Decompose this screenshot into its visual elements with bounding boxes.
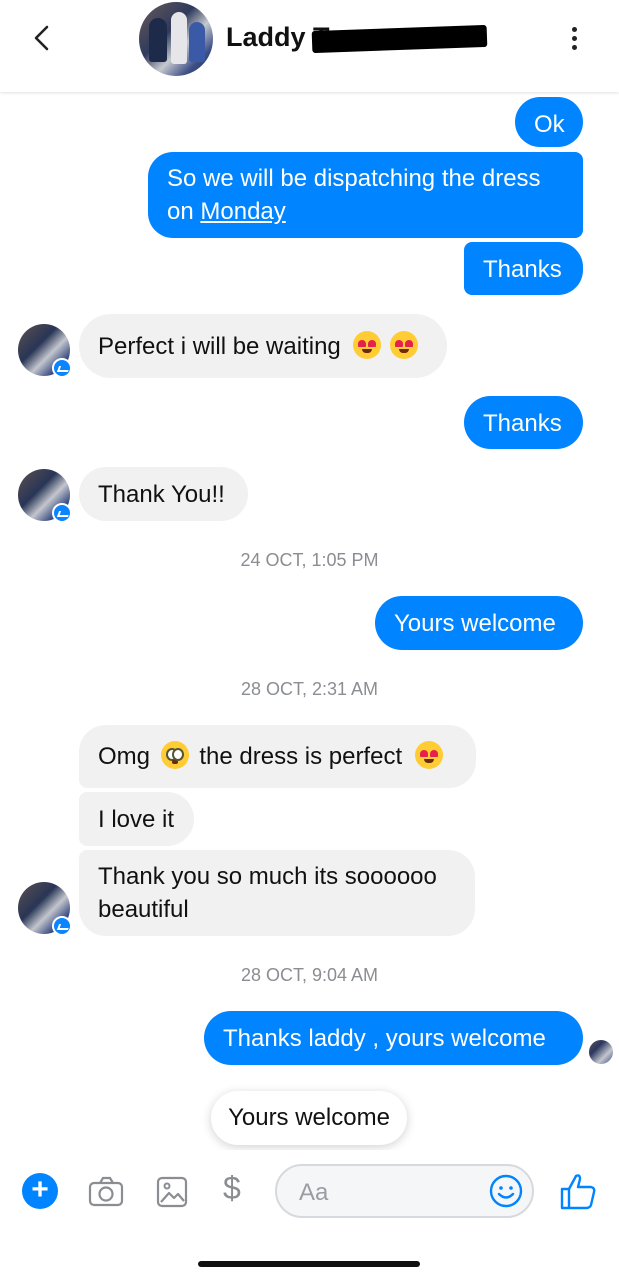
messenger-badge-icon <box>52 503 72 523</box>
camera-icon[interactable] <box>86 1172 126 1212</box>
timestamp: 28 OCT, 2:31 AM <box>240 679 379 699</box>
message-incoming[interactable]: Thank You!! <box>79 467 248 521</box>
emoji-icon[interactable] <box>488 1173 524 1209</box>
message-outgoing[interactable]: Thanks <box>464 242 583 295</box>
message-input-placeholder: Aa <box>299 1179 329 1206</box>
flushed-emoji-icon <box>160 741 189 769</box>
message-outgoing[interactable]: So we will be dispatching the dress on M… <box>148 152 583 238</box>
timestamp: 28 OCT, 9:04 AM <box>240 965 379 985</box>
read-receipt-avatar <box>589 1040 613 1064</box>
chevron-left-icon[interactable] <box>26 22 58 54</box>
date-link[interactable]: Monday <box>200 198 285 225</box>
message-outgoing[interactable]: Ok <box>515 97 583 147</box>
message-incoming[interactable]: Thank you so much its soooooo beautiful <box>79 850 475 936</box>
sender-avatar[interactable] <box>18 882 72 936</box>
timestamp: 24 OCT, 1:05 PM <box>240 550 379 570</box>
message-input[interactable]: Aa <box>275 1164 534 1218</box>
messenger-badge-icon <box>52 358 72 378</box>
conversation-header: Laddy To <box>0 0 619 92</box>
message-outgoing[interactable]: Yours welcome <box>375 596 583 650</box>
home-indicator <box>198 1261 420 1267</box>
message-outgoing[interactable]: Thanks laddy , yours welcome <box>204 1011 583 1065</box>
heart-eyes-emoji-icon <box>414 741 443 769</box>
heart-eyes-emoji-icon <box>353 331 382 359</box>
redaction-mark <box>311 24 488 54</box>
heart-eyes-emoji-icon <box>390 331 419 359</box>
contact-avatar[interactable] <box>139 2 213 76</box>
image-icon[interactable] <box>152 1172 192 1212</box>
thumbs-up-icon[interactable] <box>559 1171 597 1211</box>
message-incoming[interactable]: Omg the dress is perfect <box>79 725 476 788</box>
payment-icon[interactable]: $ <box>223 1170 241 1207</box>
plus-icon[interactable]: + <box>22 1173 58 1209</box>
sender-avatar[interactable] <box>18 469 72 523</box>
message-outgoing[interactable]: Thanks <box>464 396 583 449</box>
quick-reply-suggestion[interactable]: Yours welcome <box>211 1091 407 1145</box>
messenger-badge-icon <box>52 916 72 936</box>
message-incoming[interactable]: I love it <box>79 792 194 846</box>
message-incoming[interactable]: Perfect i will be waiting <box>79 314 447 378</box>
sender-avatar[interactable] <box>18 324 72 378</box>
more-vertical-icon[interactable] <box>562 24 586 54</box>
